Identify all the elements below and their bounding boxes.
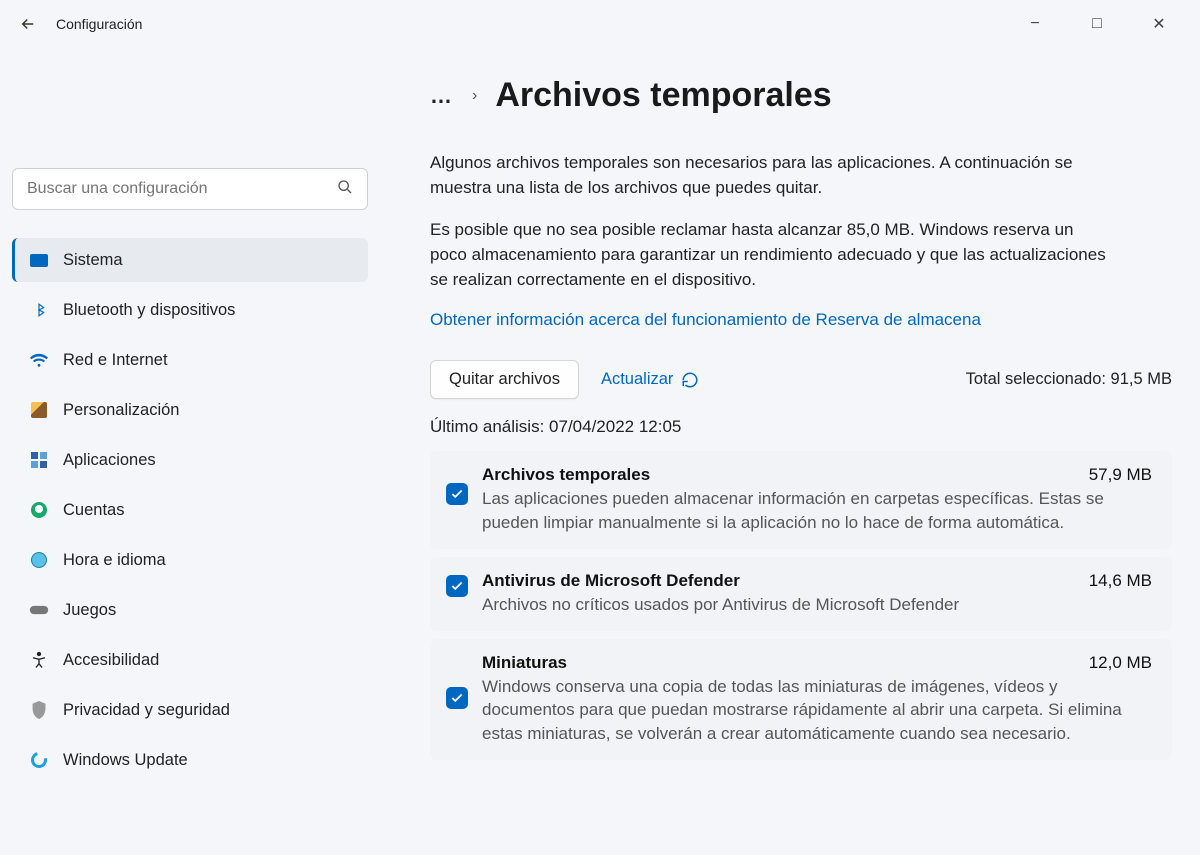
maximize-button[interactable]: □ — [1074, 8, 1120, 40]
sidebar-item-label: Hora e idioma — [63, 551, 166, 570]
sidebar-item-accesibilidad[interactable]: Accesibilidad — [12, 638, 368, 682]
window-controls: − □ ✕ — [1012, 8, 1192, 40]
sidebar-item-label: Windows Update — [63, 751, 188, 770]
item-title: Antivirus de Microsoft Defender — [482, 571, 740, 591]
chevron-right-icon: › — [472, 87, 477, 105]
accessibility-icon — [29, 650, 49, 670]
item-description: Archivos no críticos usados por Antiviru… — [482, 593, 1152, 617]
refresh-label: Actualizar — [601, 370, 673, 389]
search-icon — [337, 179, 353, 200]
breadcrumb: … › Archivos temporales — [430, 76, 1172, 115]
brush-icon — [29, 400, 49, 420]
sidebar-item-bluetooth[interactable]: Bluetooth y dispositivos — [12, 288, 368, 332]
wifi-icon — [29, 350, 49, 370]
sidebar-item-label: Sistema — [63, 251, 123, 270]
sidebar-item-label: Juegos — [63, 601, 116, 620]
description-1: Algunos archivos temporales son necesari… — [430, 151, 1110, 200]
sidebar-item-cuentas[interactable]: Cuentas — [12, 488, 368, 532]
search-input[interactable] — [27, 180, 337, 198]
item-body: Archivos temporales 57,9 MB Las aplicaci… — [482, 465, 1152, 535]
sidebar: Sistema Bluetooth y dispositivos Red e I… — [0, 48, 380, 855]
apps-icon — [29, 450, 49, 470]
sidebar-item-label: Accesibilidad — [63, 651, 159, 670]
temp-file-item[interactable]: Archivos temporales 57,9 MB Las aplicaci… — [430, 451, 1172, 549]
last-scan: Último análisis: 07/04/2022 12:05 — [430, 417, 1172, 437]
item-size: 12,0 MB — [1089, 653, 1152, 673]
item-body: Miniaturas 12,0 MB Windows conserva una … — [482, 653, 1152, 746]
item-title: Miniaturas — [482, 653, 567, 673]
page-title: Archivos temporales — [495, 76, 831, 115]
refresh-button[interactable]: Actualizar — [601, 370, 699, 389]
sidebar-item-privacidad[interactable]: Privacidad y seguridad — [12, 688, 368, 732]
action-row: Quitar archivos Actualizar Total selecci… — [430, 360, 1172, 399]
sidebar-item-label: Personalización — [63, 401, 179, 420]
clock-icon — [29, 550, 49, 570]
item-body: Antivirus de Microsoft Defender 14,6 MB … — [482, 571, 1152, 617]
sidebar-item-label: Cuentas — [63, 501, 124, 520]
item-title: Archivos temporales — [482, 465, 650, 485]
temp-file-item[interactable]: Antivirus de Microsoft Defender 14,6 MB … — [430, 557, 1172, 631]
checkbox[interactable] — [446, 483, 468, 505]
titlebar: Configuración − □ ✕ — [0, 0, 1200, 48]
sidebar-item-hora[interactable]: Hora e idioma — [12, 538, 368, 582]
sidebar-item-label: Bluetooth y dispositivos — [63, 301, 235, 320]
sidebar-item-personalizacion[interactable]: Personalización — [12, 388, 368, 432]
monitor-icon — [29, 250, 49, 270]
refresh-icon — [681, 371, 699, 389]
item-size: 14,6 MB — [1089, 571, 1152, 591]
sidebar-item-aplicaciones[interactable]: Aplicaciones — [12, 438, 368, 482]
remove-files-button[interactable]: Quitar archivos — [430, 360, 579, 399]
sidebar-item-sistema[interactable]: Sistema — [12, 238, 368, 282]
main-content: … › Archivos temporales Algunos archivos… — [380, 48, 1200, 855]
sidebar-item-red[interactable]: Red e Internet — [12, 338, 368, 382]
description-2: Es posible que no sea posible reclamar h… — [430, 218, 1110, 292]
gamepad-icon — [29, 600, 49, 620]
sidebar-item-update[interactable]: Windows Update — [12, 738, 368, 782]
item-size: 57,9 MB — [1089, 465, 1152, 485]
temp-file-item[interactable]: Miniaturas 12,0 MB Windows conserva una … — [430, 639, 1172, 760]
search-box[interactable] — [12, 168, 368, 210]
user-icon — [29, 500, 49, 520]
update-icon — [29, 750, 49, 770]
total-selected: Total seleccionado: 91,5 MB — [966, 370, 1172, 389]
item-description: Las aplicaciones pueden almacenar inform… — [482, 487, 1152, 535]
shield-icon — [29, 700, 49, 720]
minimize-button[interactable]: − — [1012, 8, 1058, 40]
checkbox[interactable] — [446, 687, 468, 709]
close-button[interactable]: ✕ — [1136, 8, 1182, 40]
sidebar-item-juegos[interactable]: Juegos — [12, 588, 368, 632]
sidebar-item-label: Red e Internet — [63, 351, 168, 370]
item-description: Windows conserva una copia de todas las … — [482, 675, 1152, 746]
storage-reserve-link[interactable]: Obtener información acerca del funcionam… — [430, 310, 981, 330]
app-title: Configuración — [56, 16, 142, 32]
bluetooth-icon — [29, 300, 49, 320]
back-button[interactable] — [8, 4, 48, 44]
sidebar-item-label: Aplicaciones — [63, 451, 156, 470]
sidebar-item-label: Privacidad y seguridad — [63, 701, 230, 720]
breadcrumb-ellipsis[interactable]: … — [430, 83, 454, 109]
checkbox[interactable] — [446, 575, 468, 597]
